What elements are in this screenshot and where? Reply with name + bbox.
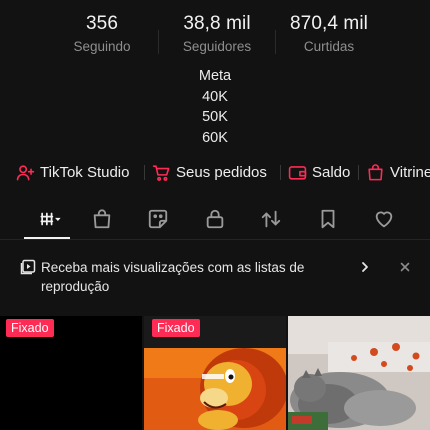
playlist-banner[interactable]: Receba mais visualizações com as listas … [0, 250, 430, 306]
video-grid: Fixado Fixado [0, 316, 430, 430]
link-separator [144, 165, 145, 180]
pinned-badge: Fixado [6, 319, 54, 337]
lock-icon [206, 209, 224, 229]
cart-icon [152, 164, 170, 181]
link-tiktok-studio[interactable]: TikTok Studio [16, 160, 129, 184]
playlist-icon [20, 259, 36, 275]
link-separator [280, 165, 281, 180]
link-seus-pedidos[interactable]: Seus pedidos [152, 160, 267, 184]
video-thumbnail[interactable] [288, 316, 430, 430]
bio-line: Meta [198, 68, 232, 84]
stat-followers[interactable]: 38,8 mil Seguidores [162, 12, 272, 56]
tab-stickers[interactable] [146, 202, 170, 236]
stat-following[interactable]: 356 Seguindo [60, 12, 144, 56]
tab-private[interactable] [203, 202, 227, 236]
stat-divider [275, 30, 276, 54]
cat-photo-thumbnail [288, 316, 430, 430]
link-label: Saldo [312, 163, 351, 181]
chevron-right-icon[interactable] [358, 260, 372, 274]
bio-line: 60K [202, 129, 228, 146]
tab-reposts[interactable] [259, 202, 283, 236]
stat-likes[interactable]: 870,4 mil Curtidas [282, 12, 376, 56]
shopping-bag-icon [368, 163, 383, 180]
link-saldo[interactable]: Saldo [288, 160, 350, 184]
link-separator [358, 165, 359, 180]
sticker-icon [148, 209, 168, 229]
video-thumbnail[interactable]: Fixado [0, 316, 142, 430]
link-label: Seus pedidos [176, 163, 267, 181]
followers-count: 38,8 mil [183, 13, 251, 34]
bio-line: 40K [202, 88, 228, 105]
following-label: Seguindo [73, 39, 131, 54]
close-icon[interactable] [398, 260, 412, 274]
heart-icon [375, 211, 393, 228]
tabs-divider [0, 239, 430, 240]
tab-videos[interactable] [30, 202, 70, 236]
tab-favorites[interactable] [316, 202, 340, 236]
link-vitrine[interactable]: Vitrine [366, 160, 430, 184]
link-label: Vitrine [390, 163, 430, 181]
user-plus-icon [16, 164, 35, 180]
tab-shop[interactable] [90, 202, 114, 236]
likes-count: 870,4 mil [290, 13, 368, 34]
following-count: 356 [85, 13, 118, 34]
repost-icon [261, 210, 281, 228]
followers-label: Seguidores [182, 39, 252, 54]
grid-icon [40, 212, 61, 226]
content-tabs [0, 202, 430, 238]
link-label: TikTok Studio [40, 163, 130, 181]
bookmark-icon [321, 209, 335, 229]
tab-liked[interactable] [372, 202, 396, 236]
profile-bio: Meta 40K 50K 60K [0, 66, 430, 148]
video-thumbnail[interactable]: Fixado [144, 316, 286, 430]
profile-stats: 356 Seguindo 38,8 mil Seguidores 870,4 m… [0, 12, 430, 56]
banner-text: Receba mais visualizações com as listas … [41, 260, 305, 294]
bio-line: 50K [202, 109, 228, 125]
likes-label: Curtidas [303, 39, 355, 54]
shopping-bag-icon [93, 209, 111, 229]
pinned-badge: Fixado [152, 319, 200, 337]
stat-divider [158, 30, 159, 54]
wallet-icon [288, 165, 307, 180]
